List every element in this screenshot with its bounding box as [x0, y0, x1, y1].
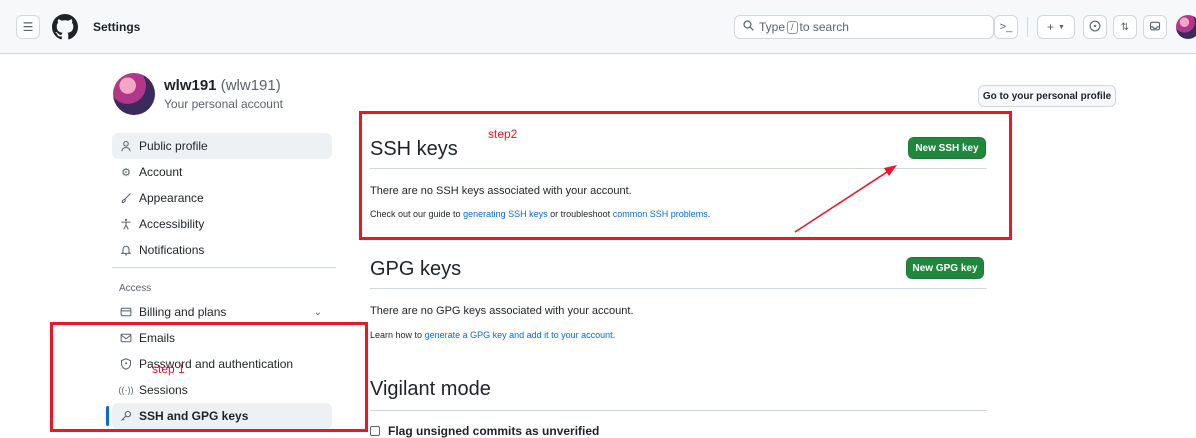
step1-label: step 1: [152, 362, 185, 376]
step1-highlight-box: [50, 322, 368, 432]
